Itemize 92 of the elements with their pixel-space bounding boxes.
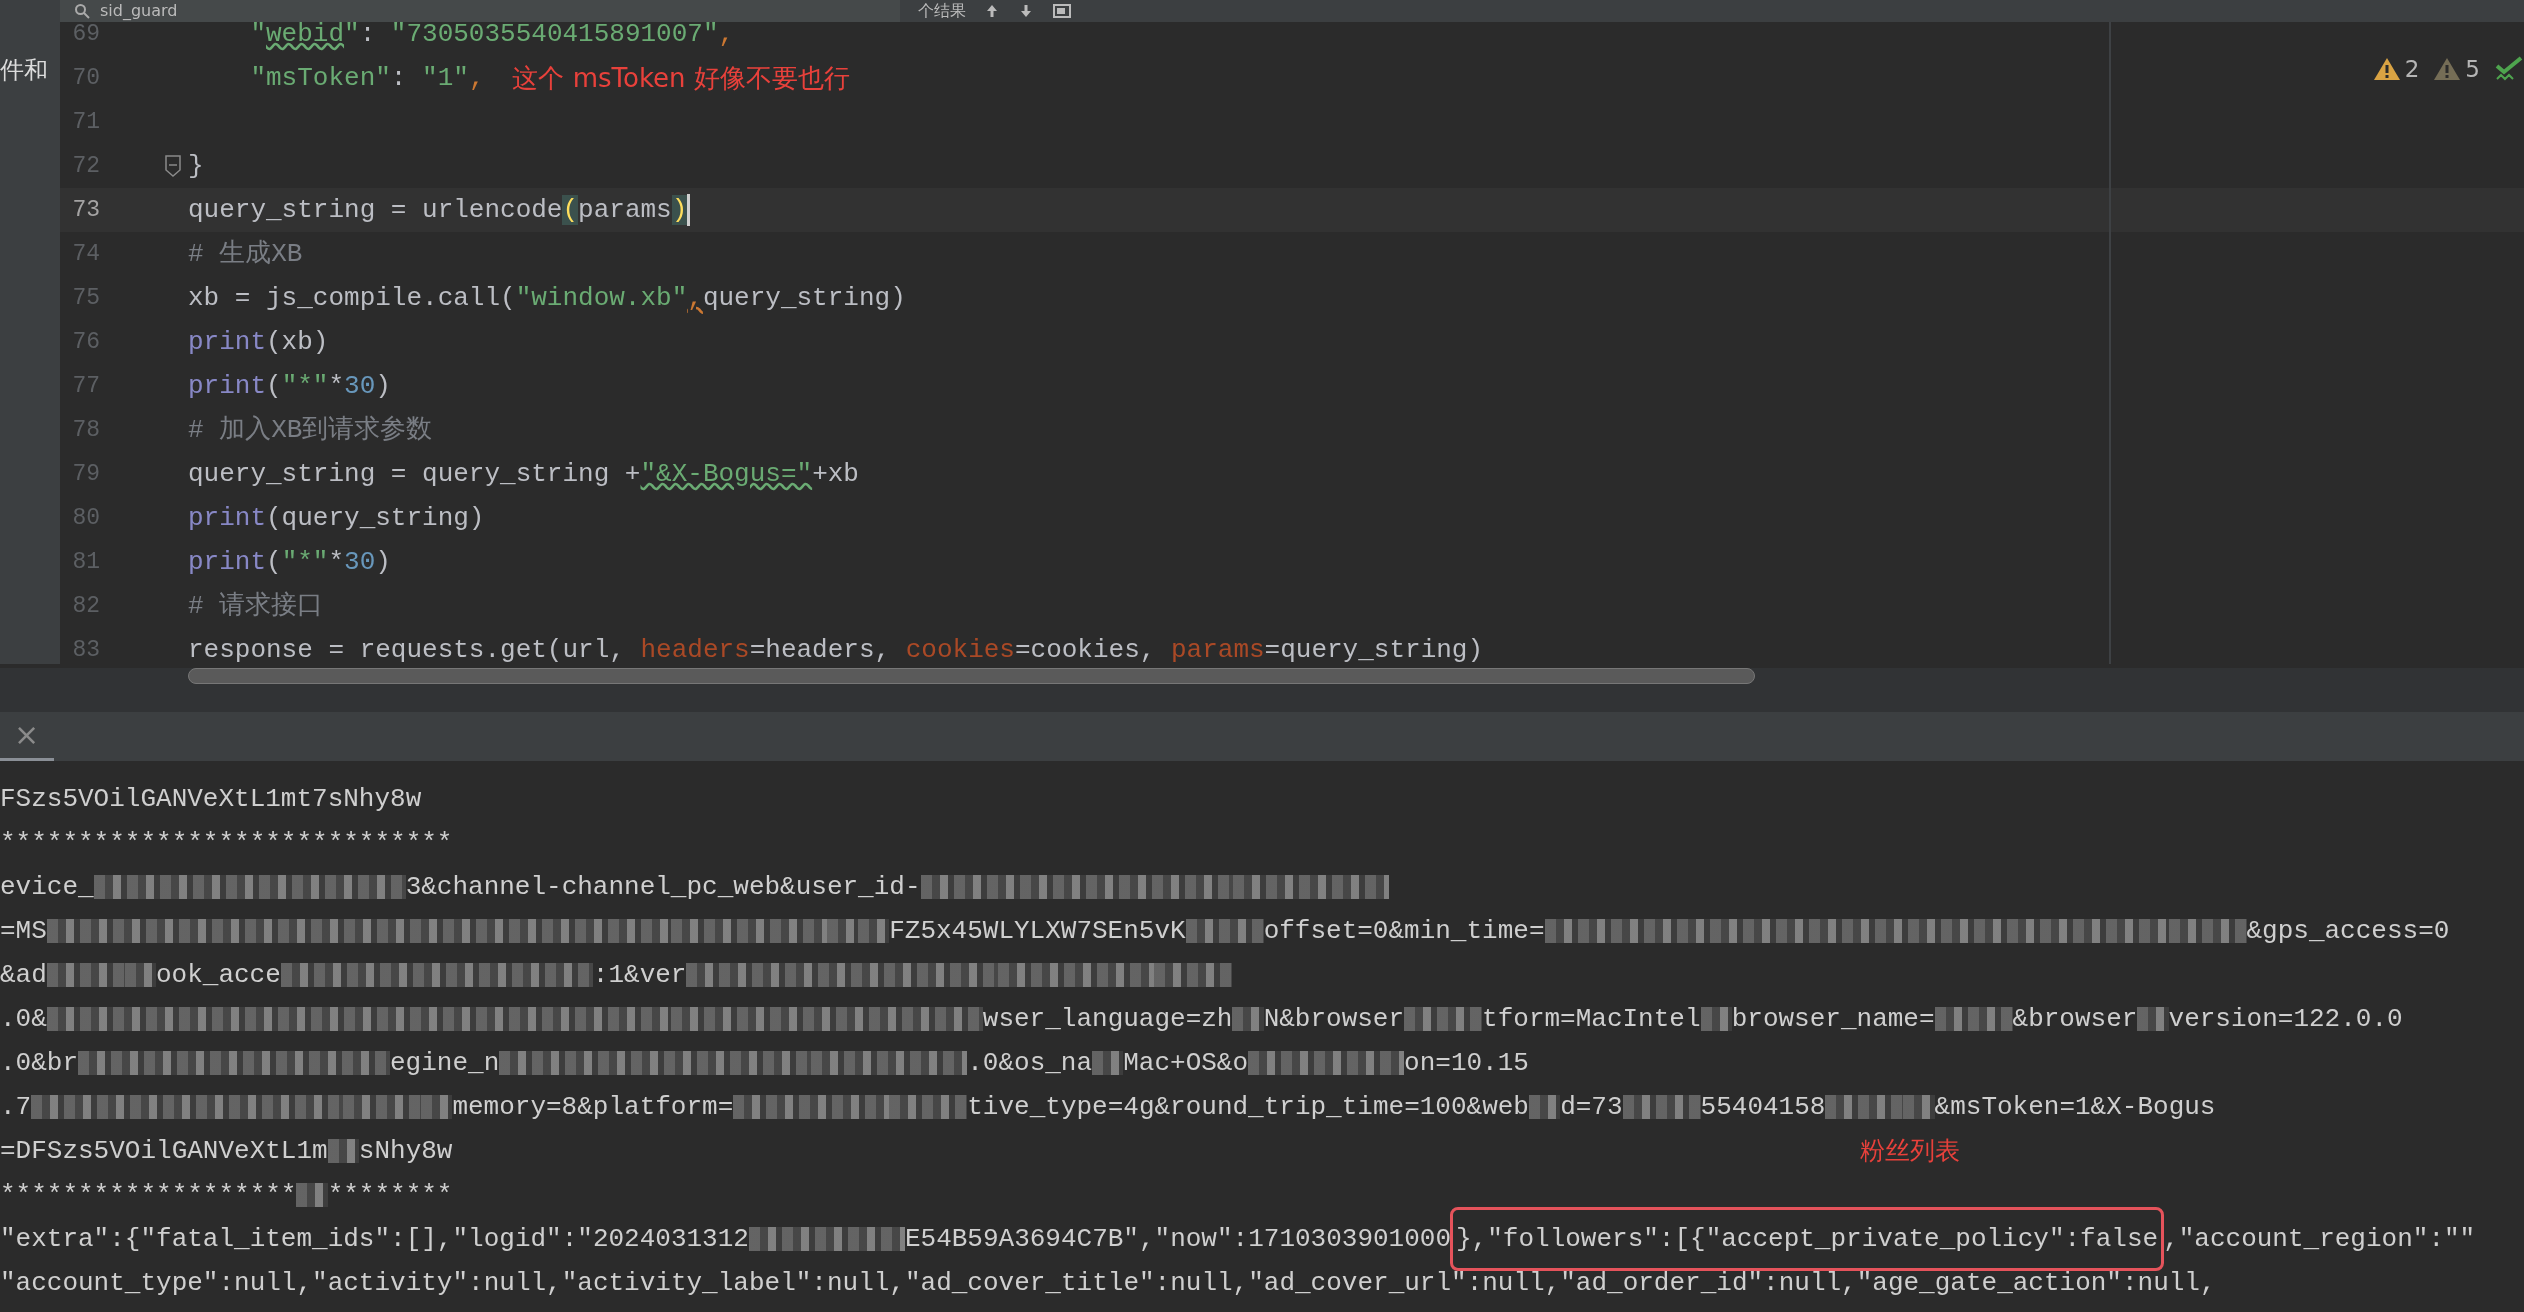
console-text: ,"account_region":"" (2163, 1224, 2476, 1254)
search-field[interactable]: sid_guard (60, 0, 900, 22)
console-text: ook_acce (156, 960, 281, 990)
console-text: version=122.0.0 (2168, 1004, 2403, 1034)
code-line: "msToken": "1", (249, 61, 485, 95)
code-line: xb = js_compile.call("window.xb",query_string) (188, 281, 906, 315)
line-number: 76 (71, 327, 100, 357)
warning-icon[interactable] (2433, 56, 2462, 83)
console-text: .0&br (0, 1048, 78, 1078)
arrow-down-icon[interactable] (1018, 3, 1034, 19)
console-text: FZ5x45WLYLXW7SEn5vK (889, 916, 1186, 946)
console-text: browser_name= (1731, 1004, 1935, 1034)
console-text: evice_ (0, 872, 94, 902)
pixelated-redaction (296, 1183, 328, 1208)
console-text: ***************************** (0, 828, 453, 858)
pixelated-redaction (327, 1139, 359, 1164)
pixelated-redaction (858, 919, 890, 944)
console-text: &browser (2012, 1004, 2138, 1034)
code-line: # 生成XB (188, 237, 303, 271)
console-text: memory=8&platform= (452, 1092, 734, 1122)
console-text: :1&ver (592, 960, 687, 990)
pixelated-redaction (2137, 1007, 2169, 1032)
line-number: 75 (71, 283, 100, 313)
search-icon (74, 3, 90, 19)
code-line: # 请求接口 (188, 589, 324, 623)
console-text: ******** (327, 1180, 453, 1210)
pixelated-redaction (1700, 1007, 1732, 1032)
line-number: 69 (71, 22, 100, 49)
line-number: 82 (71, 591, 100, 621)
console-text: tform=MacIntel (1482, 1004, 1701, 1034)
console-text: &ad (0, 960, 47, 990)
console-text: "extra":{"fatal_item_ids":[],"logid":"2024031312 (0, 1224, 749, 1254)
horizontal-scrollbar[interactable] (188, 668, 1755, 684)
select-all-icon[interactable] (1052, 3, 1072, 19)
console-text: =MS (0, 916, 47, 946)
code-line: } (188, 149, 204, 183)
console-text: .7 (0, 1092, 32, 1122)
code-line: "webid": "7305035540415891007", (249, 22, 735, 51)
console-text: "account_type":null,"activity":null,"activity_label":null,"ad_cover_title":null,"ad_cover_url":null,"ad_order_id":null,"age_gate_action":null, (0, 1268, 2216, 1298)
console-text: 55404158 (1700, 1092, 1826, 1122)
console-text: Mac+OS&o (1123, 1048, 1249, 1078)
warning-icon[interactable] (2372, 56, 2401, 83)
console-text: d=73 (1560, 1092, 1623, 1122)
fold-icon[interactable] (164, 155, 182, 177)
console-text: N&browser (1263, 1004, 1405, 1034)
line-number: 81 (71, 547, 100, 577)
line-number: 74 (71, 239, 100, 269)
console-text: offset=0&min_time= (1263, 916, 1545, 946)
code-line: response = requests.get(url, headers=headers, cookies=cookies, params=query_string) (188, 633, 1484, 664)
sidebar-label: 件和 (0, 56, 48, 84)
highlighted-output: },"followers":[{"accept_private_policy":false (1450, 1207, 2165, 1271)
console-text: =DFSzs5VOilGANVeXtL1m (0, 1136, 328, 1166)
line-number: 80 (71, 503, 100, 533)
code-line: print(xb) (188, 325, 329, 359)
annotation-note: 这个 msToken 好像不要也行 (512, 61, 850, 95)
console-text: .0& (0, 1004, 47, 1034)
problem-count: 2 (2404, 55, 2420, 84)
text-cursor (687, 194, 691, 226)
pixelated-redaction (1092, 1051, 1124, 1076)
annotation-note: 粉丝列表 (1860, 1135, 1960, 1167)
console-text: 3&channel-channel_pc_web&user_id- (405, 872, 921, 902)
line-number: 78 (71, 415, 100, 445)
line-number: 77 (71, 371, 100, 401)
console-text: ******************* (0, 1180, 297, 1210)
console-text: egine_n (390, 1048, 500, 1078)
code-line: print("*"*30) (188, 545, 391, 579)
code-line: print(query_string) (188, 501, 485, 535)
console-text: sNhy8w (358, 1136, 453, 1166)
line-number: 73 (71, 195, 100, 225)
console-text: tive_type=4g&round_trip_time=100&web (967, 1092, 1529, 1122)
line-number: 70 (71, 63, 100, 93)
code-line: print("*"*30) (188, 369, 391, 403)
code-line: query_string = urlencode(params) (188, 193, 688, 227)
arrow-up-icon[interactable] (984, 3, 1000, 19)
results-count: 个结果 (918, 0, 966, 22)
line-number: 79 (71, 459, 100, 489)
console-text: FSzs5VOilGANVeXtL1mt7sNhy8w (0, 784, 422, 814)
line-number: 83 (71, 635, 100, 664)
console-text: on=10.15 (1404, 1048, 1529, 1078)
line-number: 71 (71, 107, 100, 137)
console-text: &msToken=1&X-Bogus (1934, 1092, 2216, 1122)
code-line: query_string = query_string +"&X-Bogus="+xb (188, 457, 859, 491)
code-line: # 加入XB到请求参数 (188, 413, 433, 447)
line-number: 72 (71, 151, 100, 181)
console-text: wser_language=zh (982, 1004, 1233, 1034)
pixelated-redaction (1528, 1095, 1561, 1120)
console-text: &gps_access=0 (2246, 916, 2450, 946)
pixelated-redaction (1232, 1007, 1264, 1032)
close-tab-button[interactable]: × (0, 712, 54, 761)
console-text: E54B59A3694C7B","now":1710303901000 (904, 1224, 1451, 1254)
console-text: .0&os_na (967, 1048, 1093, 1078)
problem-count: 5 (2465, 55, 2480, 84)
